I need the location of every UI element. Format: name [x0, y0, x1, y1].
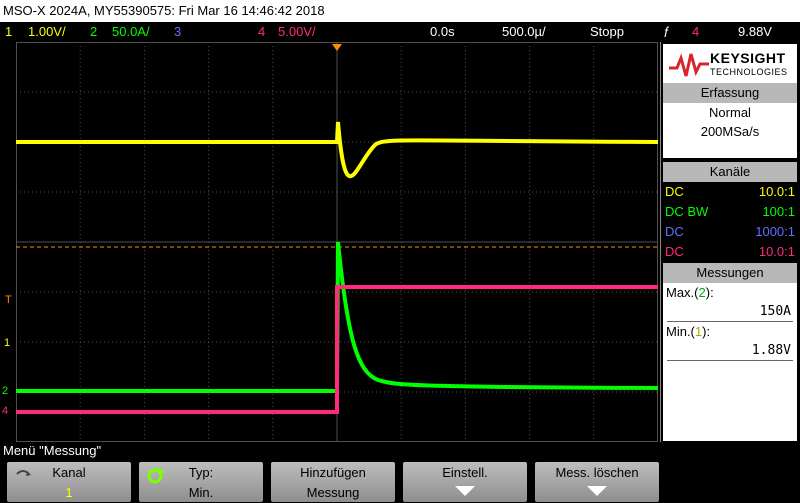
measurement-1-label: Max.(2): — [666, 285, 714, 300]
softkey-label: Hinzufügen — [300, 465, 366, 480]
softkey-label: Typ: — [188, 465, 214, 480]
timebase-scale: 500.0µ/ — [502, 24, 546, 39]
keysight-logo: KEYSIGHT TECHNOLOGIES — [663, 44, 797, 86]
acquisition-box: Normal 200MSa/s — [663, 103, 797, 158]
run-state: Stopp — [590, 24, 624, 39]
softkey-label: Kanal — [52, 465, 86, 480]
submenu-arrow-icon — [455, 486, 475, 496]
ch2-coupling: DC BW — [665, 204, 709, 219]
softkey-value: Messung — [306, 485, 360, 500]
waveform-display[interactable] — [16, 42, 658, 442]
trigger-position-marker[interactable] — [332, 44, 342, 51]
trigger-level-marker[interactable]: T — [5, 294, 12, 306]
trigger-delay: 0.0s — [430, 24, 455, 39]
softkey-type[interactable]: Typ: Min. — [139, 462, 263, 502]
measurement-2-label: Min.(1): — [666, 324, 711, 339]
trigger-edge-icon: 𝑓 — [664, 24, 669, 40]
softkey-value: 1 — [65, 485, 73, 500]
ch1-scale: 1.00V/ — [28, 24, 66, 39]
ch1-number[interactable]: 1 — [5, 22, 12, 42]
measurements-box: Max.(2): 150A Min.(1): 1.88V — [663, 283, 797, 441]
softkey-settings[interactable]: Einstell. — [403, 462, 527, 502]
ch3-number[interactable]: 3 — [174, 22, 181, 42]
ch1-probe: 10.0:1 — [758, 184, 795, 199]
logo-sub: TECHNOLOGIES — [710, 67, 788, 77]
measurement-divider-2 — [667, 360, 793, 361]
ch3-coupling: DC — [665, 224, 684, 239]
softkey-clear-measurements[interactable]: Mess. löschen — [535, 462, 659, 502]
softkey-add-measurement[interactable]: Hinzufügen Messung — [271, 462, 395, 502]
menu-title: Menü "Messung" — [3, 443, 102, 458]
ch3-probe: 1000:1 — [755, 224, 795, 239]
ch1-ground-marker[interactable]: 1 — [4, 337, 10, 349]
trigger-level: 9.88V — [738, 24, 772, 39]
acquisition-mode: Normal — [709, 105, 751, 120]
acquisition-rate: 200MSa/s — [700, 124, 760, 139]
acquisition-header[interactable]: Erfassung — [663, 83, 797, 103]
ch2-scale: 50.0A/ — [112, 24, 150, 39]
measurement-2-value: 1.88V — [751, 343, 791, 358]
ch4-probe: 10.0:1 — [758, 244, 795, 259]
softkey-label: Mess. löschen — [555, 465, 639, 480]
ch4-number[interactable]: 4 — [258, 22, 265, 42]
softkey-label: Einstell. — [442, 465, 488, 480]
softkey-value: Min. — [188, 485, 214, 500]
logo-brand: KEYSIGHT — [710, 50, 786, 66]
channels-table: DC 10.0:1 DC BW 100:1 DC 1000:1 DC 10.0:… — [663, 182, 797, 262]
measurements-header[interactable]: Messungen — [663, 263, 797, 283]
ch4-waveform — [16, 285, 658, 414]
ch4-ground-marker[interactable]: 4 — [2, 405, 8, 417]
submenu-arrow-icon — [587, 486, 607, 496]
ch4-coupling: DC — [665, 244, 684, 259]
ch2-probe: 100:1 — [762, 204, 795, 219]
measurement-1-value: 150A — [759, 304, 791, 319]
softkey-channel[interactable]: Kanal 1 — [7, 462, 131, 502]
window-title: MSO-X 2024A, MY55390575: Fri Mar 16 14:4… — [0, 0, 800, 22]
ch1-coupling: DC — [665, 184, 684, 199]
keysight-wave-icon — [669, 53, 709, 77]
status-bar: 1 1.00V/ 2 50.0A/ 3 4 5.00V/ 0.0s 500.0µ… — [0, 22, 800, 42]
trigger-source: 4 — [692, 24, 700, 39]
ch2-ground-marker[interactable]: 2 — [2, 385, 8, 397]
channels-header[interactable]: Kanäle — [663, 162, 797, 182]
ch4-scale: 5.00V/ — [278, 24, 316, 39]
measurement-divider — [667, 321, 793, 322]
ch2-number[interactable]: 2 — [90, 22, 97, 42]
